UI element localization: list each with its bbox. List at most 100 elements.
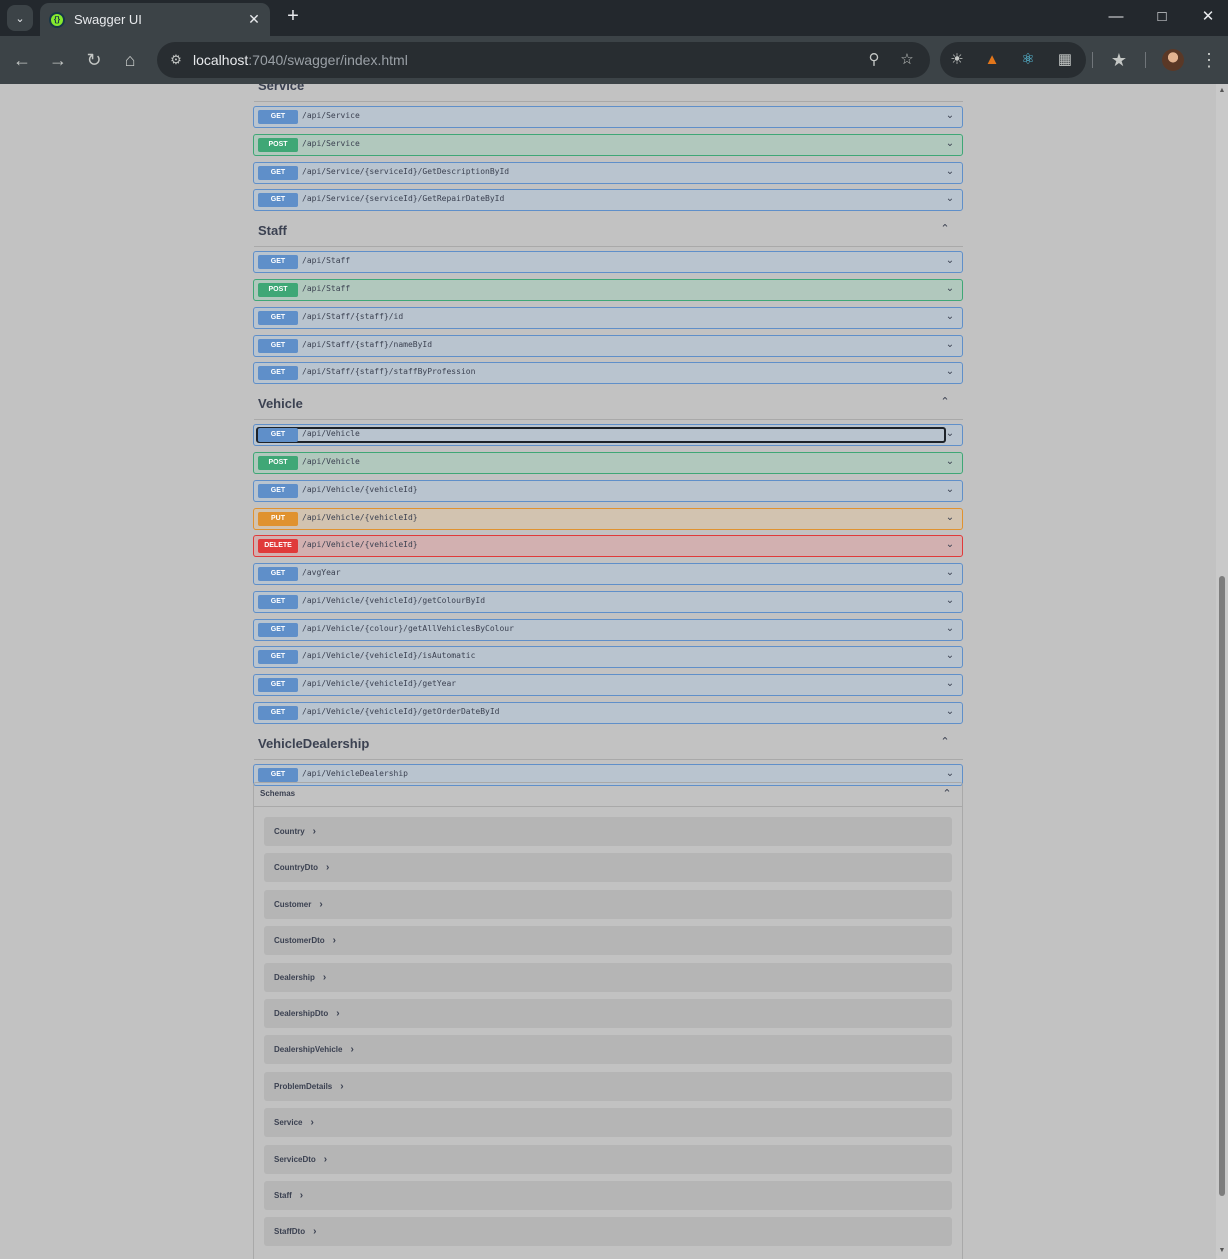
- operation-get[interactable]: GET/api/Service ⌄: [253, 106, 963, 128]
- expand-chevron-down-icon[interactable]: ⌄: [943, 254, 957, 268]
- address-bar[interactable]: ⚙ localhost:7040/swagger/index.html ⚲ ☆: [157, 42, 930, 78]
- method-badge: GET: [258, 311, 298, 325]
- operation-get[interactable]: GET/avgYear ⌄: [253, 563, 963, 585]
- method-badge: GET: [258, 193, 298, 207]
- schema-model-servicedto[interactable]: ServiceDto: [264, 1145, 952, 1174]
- operation-get[interactable]: GET/api/Vehicle/{vehicleId}/isAutomatic ⌄: [253, 646, 963, 668]
- page-scrollbar[interactable]: ▲ ▼: [1216, 84, 1228, 1259]
- forward-arrow-icon[interactable]: →: [46, 48, 70, 72]
- expand-chevron-down-icon[interactable]: ⌄: [943, 594, 957, 608]
- operation-get[interactable]: GET/api/Service/{serviceId}/GetDescripti…: [253, 162, 963, 184]
- expand-chevron-down-icon[interactable]: ⌄: [943, 310, 957, 324]
- operation-get[interactable]: GET/api/Staff/{staff}/staffByProfession ⌄: [253, 362, 963, 384]
- expand-chevron-down-icon[interactable]: ⌄: [943, 109, 957, 123]
- schema-model-country[interactable]: Country: [264, 817, 952, 846]
- react-devtools-extension-icon[interactable]: ⚛: [1017, 49, 1039, 71]
- collapse-chevron-up-icon[interactable]: ⌃: [938, 735, 952, 749]
- collapse-chevron-up-icon[interactable]: ⌃: [940, 787, 954, 801]
- expand-chevron-down-icon[interactable]: ⌄: [943, 338, 957, 352]
- expand-chevron-down-icon[interactable]: ⌄: [943, 282, 957, 296]
- schema-model-customer[interactable]: Customer: [264, 890, 952, 919]
- operation-get[interactable]: GET/api/Vehicle/{vehicleId}/getColourByI…: [253, 591, 963, 613]
- expand-chevron-down-icon[interactable]: ⌄: [943, 483, 957, 497]
- operation-put[interactable]: PUT/api/Vehicle/{vehicleId} ⌄: [253, 508, 963, 530]
- close-window-icon[interactable]: ✕: [1196, 6, 1220, 28]
- active-tab[interactable]: {} Swagger UI ✕: [40, 3, 270, 36]
- expand-chevron-down-icon[interactable]: ⌄: [943, 165, 957, 179]
- schema-model-dealership[interactable]: Dealership: [264, 963, 952, 992]
- tag-header-vehicledealership[interactable]: VehicleDealership ⌃: [254, 730, 963, 760]
- metamask-extension-icon[interactable]: ▲: [981, 49, 1003, 71]
- expand-chevron-down-icon[interactable]: ⌄: [943, 365, 957, 379]
- tag-header-staff[interactable]: Staff ⌃: [254, 217, 963, 248]
- minimize-icon[interactable]: —: [1104, 6, 1128, 28]
- expand-chevron-down-icon[interactable]: ⌄: [943, 137, 957, 151]
- schema-model-name: Staff: [274, 1190, 303, 1201]
- collapse-chevron-up-icon[interactable]: ⌃: [938, 84, 952, 91]
- operation-get[interactable]: GET/api/Vehicle/{vehicleId}/getYear ⌄: [253, 674, 963, 696]
- expand-chevron-down-icon[interactable]: ⌄: [943, 427, 957, 441]
- expand-chevron-down-icon[interactable]: ⌄: [943, 566, 957, 580]
- collapse-chevron-up-icon[interactable]: ⌃: [938, 395, 952, 409]
- schema-model-staff[interactable]: Staff: [264, 1181, 952, 1210]
- schema-model-service[interactable]: Service: [264, 1108, 952, 1137]
- zoom-icon[interactable]: ⚲: [863, 49, 885, 71]
- dark-mode-extension-icon[interactable]: ☀: [946, 49, 968, 71]
- tab-search-chevron-icon[interactable]: ⌄: [7, 5, 33, 31]
- schema-model-staffdto[interactable]: StaffDto: [264, 1217, 952, 1246]
- operation-get[interactable]: GET/api/Staff ⌄: [253, 251, 963, 273]
- schema-model-problemdetails[interactable]: ProblemDetails: [264, 1072, 952, 1101]
- tag-title: VehicleDealership: [258, 735, 370, 751]
- profile-avatar[interactable]: [1162, 49, 1184, 71]
- method-badge: GET: [258, 623, 298, 637]
- operation-get[interactable]: GET/api/Vehicle ⌄: [253, 424, 963, 446]
- maximize-icon[interactable]: □: [1150, 6, 1174, 28]
- expand-chevron-down-icon[interactable]: ⌄: [943, 622, 957, 636]
- method-badge: GET: [258, 768, 298, 782]
- expand-chevron-down-icon[interactable]: ⌄: [943, 538, 957, 552]
- operation-get[interactable]: GET/api/Vehicle/{colour}/getAllVehiclesB…: [253, 619, 963, 641]
- schema-model-dealershipvehicle[interactable]: DealershipVehicle: [264, 1035, 952, 1064]
- site-info-icon[interactable]: ⚙: [165, 49, 187, 71]
- tag-header-service[interactable]: Service ⌃: [254, 84, 963, 102]
- operation-get[interactable]: GET/api/Staff/{staff}/id ⌄: [253, 307, 963, 329]
- operation-delete[interactable]: DELETE/api/Vehicle/{vehicleId} ⌄: [253, 535, 963, 557]
- extensions-puzzle-icon[interactable]: ▦: [1054, 49, 1076, 71]
- operation-get[interactable]: GET/api/Service/{serviceId}/GetRepairDat…: [253, 189, 963, 211]
- expand-chevron-down-icon[interactable]: ⌄: [943, 705, 957, 719]
- operation-get[interactable]: GET/api/Staff/{staff}/nameById ⌄: [253, 335, 963, 357]
- scroll-up-arrow-icon[interactable]: ▲: [1218, 87, 1226, 95]
- operation-post[interactable]: POST/api/Service ⌄: [253, 134, 963, 156]
- swagger-page: Service ⌃ GET/api/Service ⌄ POST/api/Service…: [0, 84, 1216, 1259]
- expand-chevron-down-icon[interactable]: ⌄: [943, 192, 957, 206]
- schema-model-customerdto[interactable]: CustomerDto: [264, 926, 952, 955]
- scroll-down-arrow-icon[interactable]: ▼: [1218, 1247, 1226, 1255]
- reload-icon[interactable]: ↻: [82, 48, 106, 72]
- operation-path: /api/Vehicle/{colour}/getAllVehiclesByCo…: [302, 624, 514, 633]
- new-tab-plus-icon[interactable]: +: [282, 6, 304, 28]
- operation-get[interactable]: GET/api/Vehicle/{vehicleId}/getOrderDate…: [253, 702, 963, 724]
- close-tab-icon[interactable]: ✕: [244, 10, 264, 30]
- toolbar-divider: [1145, 52, 1146, 68]
- collapse-chevron-up-icon[interactable]: ⌃: [938, 222, 952, 236]
- url-text[interactable]: localhost:7040/swagger/index.html: [193, 52, 408, 68]
- expand-chevron-down-icon[interactable]: ⌄: [943, 455, 957, 469]
- schema-model-dealershipdto[interactable]: DealershipDto: [264, 999, 952, 1028]
- operation-post[interactable]: POST/api/Staff ⌄: [253, 279, 963, 301]
- schema-model-name: ProblemDetails: [274, 1081, 344, 1092]
- expand-chevron-down-icon[interactable]: ⌄: [943, 677, 957, 691]
- scrollbar-thumb[interactable]: [1219, 576, 1225, 1196]
- schemas-header[interactable]: Schemas ⌃: [254, 783, 962, 807]
- operation-get[interactable]: GET/api/Vehicle/{vehicleId} ⌄: [253, 480, 963, 502]
- back-arrow-icon[interactable]: ←: [10, 48, 34, 72]
- bookmark-star-icon[interactable]: ☆: [896, 49, 918, 71]
- bookmarks-star-icon[interactable]: ★: [1107, 48, 1131, 72]
- tag-header-vehicle[interactable]: Vehicle ⌃: [254, 390, 963, 421]
- operation-post[interactable]: POST/api/Vehicle ⌄: [253, 452, 963, 474]
- more-menu-icon[interactable]: ⋮: [1197, 48, 1221, 72]
- expand-chevron-down-icon[interactable]: ⌄: [943, 767, 957, 781]
- schema-model-countrydto[interactable]: CountryDto: [264, 853, 952, 882]
- expand-chevron-down-icon[interactable]: ⌄: [943, 649, 957, 663]
- expand-chevron-down-icon[interactable]: ⌄: [943, 511, 957, 525]
- home-icon[interactable]: ⌂: [118, 48, 142, 72]
